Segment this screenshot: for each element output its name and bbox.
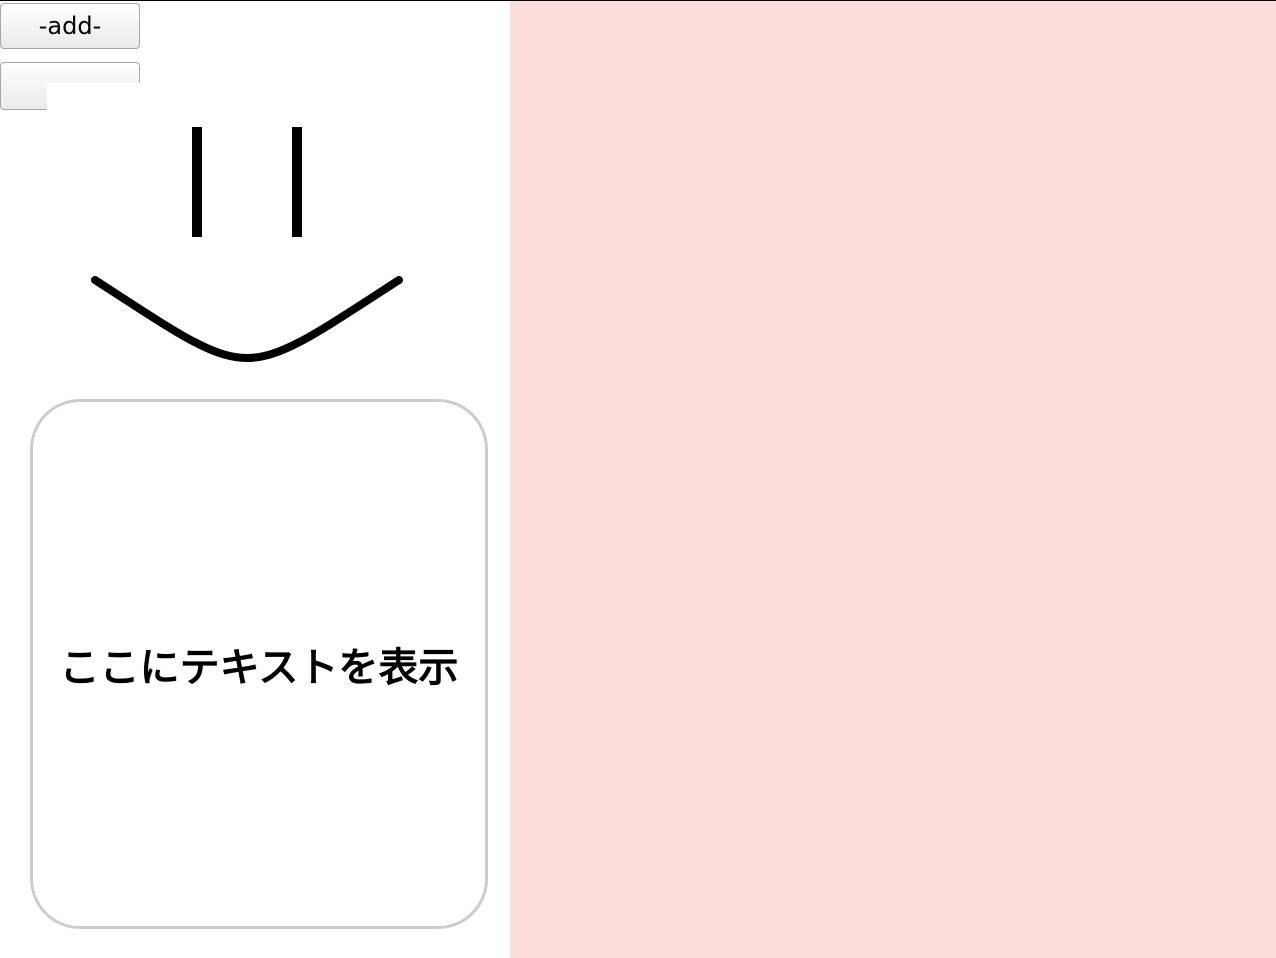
mouth bbox=[91, 276, 403, 363]
left-eye bbox=[192, 127, 202, 237]
text-display-card: ここにテキストを表示 bbox=[30, 399, 488, 929]
display-text: ここにテキストを表示 bbox=[59, 645, 459, 691]
right-pane-canvas[interactable] bbox=[510, 1, 1276, 958]
smiley-face-icon bbox=[91, 127, 403, 363]
right-eye bbox=[292, 127, 302, 237]
add-button[interactable]: -add- bbox=[0, 3, 140, 49]
face-panel bbox=[47, 83, 447, 383]
